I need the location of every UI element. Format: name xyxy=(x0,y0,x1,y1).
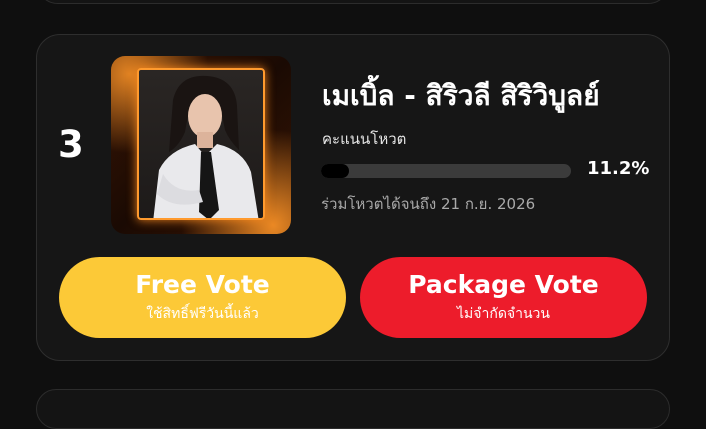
free-vote-button[interactable]: Free Vote ใช้สิทธิ์ฟรีวันนี้แล้ว xyxy=(59,257,346,338)
candidate-photo xyxy=(137,68,265,220)
vote-progress-bar xyxy=(321,164,571,178)
package-vote-button[interactable]: Package Vote ไม่จำกัดจำนวน xyxy=(360,257,647,338)
vote-percent: 11.2% xyxy=(587,158,650,179)
next-candidate-card xyxy=(36,389,670,429)
vote-score-label: คะแนนโหวต xyxy=(322,130,407,148)
package-vote-subtitle: ไม่จำกัดจำนวน xyxy=(457,306,550,322)
candidate-photo-frame[interactable] xyxy=(111,56,291,234)
free-vote-subtitle: ใช้สิทธิ์ฟรีวันนี้แล้ว xyxy=(146,306,259,322)
vote-progress-fill xyxy=(321,164,349,178)
previous-candidate-card xyxy=(36,0,670,4)
free-vote-title: Free Vote xyxy=(135,270,270,299)
vote-deadline: ร่วมโหวตได้จนถึง 21 ก.ย. 2026 xyxy=(321,195,536,213)
rank-number: 3 xyxy=(58,123,84,166)
package-vote-title: Package Vote xyxy=(408,270,599,299)
candidate-name: เมเบิ้ล - สิริวลี สิริวิบูลย์ xyxy=(322,79,600,112)
